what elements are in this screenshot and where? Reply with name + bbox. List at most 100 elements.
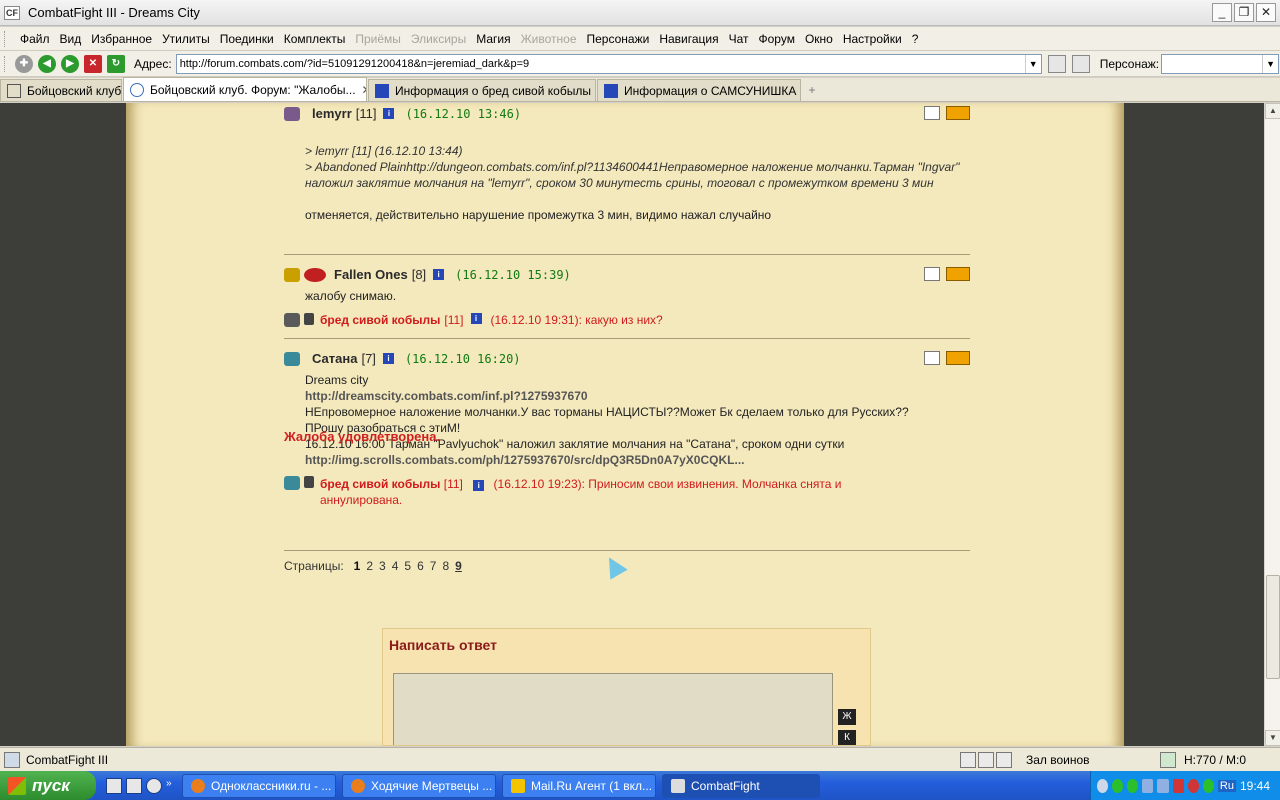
menu-chat[interactable]: Чат: [724, 32, 754, 46]
quicklaunch-combatfight-icon[interactable]: [126, 777, 142, 794]
menu-animal[interactable]: Животное: [516, 32, 582, 46]
page-link[interactable]: 9: [455, 559, 462, 573]
forward-button[interactable]: ▶: [61, 54, 79, 73]
tab-info-bred[interactable]: Информация о бред сивой кобылы ✕: [368, 79, 596, 101]
close-tab-icon[interactable]: ✕: [796, 84, 800, 98]
menu-magic[interactable]: Магия: [471, 32, 515, 46]
antivirus-icon[interactable]: [1187, 778, 1199, 793]
page-link[interactable]: 6: [417, 559, 424, 573]
quote-icon[interactable]: [924, 106, 940, 120]
users-icon[interactable]: [1071, 54, 1090, 73]
tab-fight-club[interactable]: Бойцовский клуб: [0, 79, 122, 101]
scroll-up-button[interactable]: ▲: [1265, 103, 1280, 119]
network-connection-icon[interactable]: [1142, 778, 1154, 793]
tab-info-samsunishka[interactable]: Информация о САМСУНИШКА ✕: [597, 79, 801, 101]
pin-icon[interactable]: ✚: [15, 54, 33, 73]
reply-form: Написать ответ Ж К: [382, 628, 871, 746]
menu-file[interactable]: Файл: [15, 32, 55, 46]
page-link[interactable]: 5: [404, 559, 411, 573]
address-dropdown-icon[interactable]: ▼: [1024, 54, 1041, 73]
info-icon[interactable]: i: [473, 480, 485, 491]
tray-expand-icon[interactable]: [1097, 778, 1109, 793]
close-tab-icon[interactable]: ✕: [356, 83, 366, 97]
moderate-icon[interactable]: [946, 106, 970, 120]
page-link[interactable]: 7: [430, 559, 437, 573]
quicklaunch-expand-icon[interactable]: »: [166, 778, 176, 794]
menu-fights[interactable]: Поединки: [215, 32, 279, 46]
language-indicator[interactable]: Ru: [1217, 779, 1236, 792]
quote-icon[interactable]: [924, 351, 940, 365]
status-toggle-icon[interactable]: [960, 751, 976, 768]
moderate-icon[interactable]: [946, 351, 970, 365]
vertical-scrollbar[interactable]: ▲ ▼: [1264, 103, 1280, 746]
reply-textarea[interactable]: [393, 673, 833, 745]
info-icon[interactable]: i: [382, 353, 394, 364]
quote-icon[interactable]: [924, 267, 940, 281]
info-icon[interactable]: i: [383, 108, 395, 119]
page-link[interactable]: 2: [366, 559, 373, 573]
icq-icon[interactable]: [1112, 778, 1124, 793]
italic-button[interactable]: К: [838, 730, 856, 745]
swords-icon: [7, 83, 21, 98]
scroll-down-button[interactable]: ▼: [1265, 730, 1280, 746]
menu-favorites[interactable]: Избранное: [86, 32, 157, 46]
new-tab-button[interactable]: +: [802, 79, 822, 101]
status-hp-mana: H:770 / M:0: [1184, 752, 1247, 767]
info-icon[interactable]: i: [470, 313, 482, 324]
reply-author[interactable]: бред сивой кобылы: [320, 477, 440, 491]
scroll-thumb[interactable]: [1266, 575, 1280, 679]
minimize-button[interactable]: _: [1212, 3, 1232, 22]
menu-techniques[interactable]: Приёмы: [350, 32, 406, 46]
clear-address-icon[interactable]: [1047, 54, 1066, 73]
quicklaunch-chrome-icon[interactable]: [146, 777, 162, 794]
menu-view[interactable]: Вид: [55, 32, 87, 46]
menu-help[interactable]: ?: [907, 32, 924, 46]
persona-select[interactable]: ▼: [1161, 53, 1280, 74]
close-tab-icon[interactable]: ✕: [591, 84, 595, 98]
taskbar-button[interactable]: CombatFight: [662, 773, 820, 798]
stop-button[interactable]: ✕: [84, 54, 102, 73]
page-link[interactable]: 3: [379, 559, 386, 573]
post-author[interactable]: Сатана: [312, 351, 357, 366]
network-connection-icon[interactable]: [1157, 778, 1169, 793]
refresh-status-icon[interactable]: [1160, 751, 1176, 768]
menu-characters[interactable]: Персонажи: [582, 32, 655, 46]
quicklaunch-app-icon[interactable]: [106, 777, 122, 794]
page-link[interactable]: 8: [442, 559, 449, 573]
rank-icon: [304, 267, 326, 282]
tray-app-icon[interactable]: [1202, 778, 1214, 793]
moderate-icon[interactable]: [946, 267, 970, 281]
address-input[interactable]: http://forum.combats.com/?id=51091291200…: [175, 53, 1042, 74]
post-link[interactable]: http://img.scrolls.combats.com/ph/127593…: [305, 452, 970, 468]
start-button[interactable]: пуск: [0, 771, 96, 800]
menu-window[interactable]: Окно: [800, 32, 838, 46]
network-icon[interactable]: [1127, 778, 1139, 793]
reply-author[interactable]: бред сивой кобылы: [320, 313, 440, 327]
taskbar-button[interactable]: Mail.Ru Агент (1 вкл...: [502, 773, 656, 798]
refresh-button[interactable]: ↻: [107, 54, 125, 73]
bold-button[interactable]: Ж: [838, 709, 856, 725]
menu-sets[interactable]: Комплекты: [279, 32, 351, 46]
status-toggle-icon[interactable]: [996, 751, 1012, 768]
maximize-button[interactable]: ❐: [1234, 3, 1254, 22]
taskbar-button[interactable]: Одноклассники.ru - ...: [182, 773, 336, 798]
reply-text: (16.12.10 19:31): какую из них?: [490, 313, 663, 327]
status-toggle-icon[interactable]: [978, 751, 994, 768]
security-icon[interactable]: [1172, 778, 1184, 793]
page-link[interactable]: 4: [392, 559, 399, 573]
info-icon[interactable]: i: [433, 269, 445, 280]
post-link[interactable]: http://dreamscity.combats.com/inf.pl?127…: [305, 388, 970, 404]
menu-elixirs[interactable]: Эликсиры: [406, 32, 471, 46]
back-button[interactable]: ◀: [38, 54, 56, 73]
tab-forum[interactable]: Бойцовский клуб. Форум: "Жалобы... ✕: [123, 77, 367, 101]
post-author[interactable]: Fallen Ones: [334, 267, 408, 282]
page-link[interactable]: 1: [354, 559, 361, 573]
taskbar-button[interactable]: Ходячие Мертвецы ...: [342, 773, 496, 798]
menu-forum[interactable]: Форум: [754, 32, 800, 46]
menu-utilities[interactable]: Утилиты: [157, 32, 215, 46]
persona-dropdown-icon[interactable]: ▼: [1262, 54, 1278, 73]
post-author[interactable]: lemyrr: [312, 106, 352, 121]
close-button[interactable]: ✕: [1256, 3, 1276, 22]
menu-settings[interactable]: Настройки: [838, 32, 907, 46]
menu-navigation[interactable]: Навигация: [654, 32, 723, 46]
